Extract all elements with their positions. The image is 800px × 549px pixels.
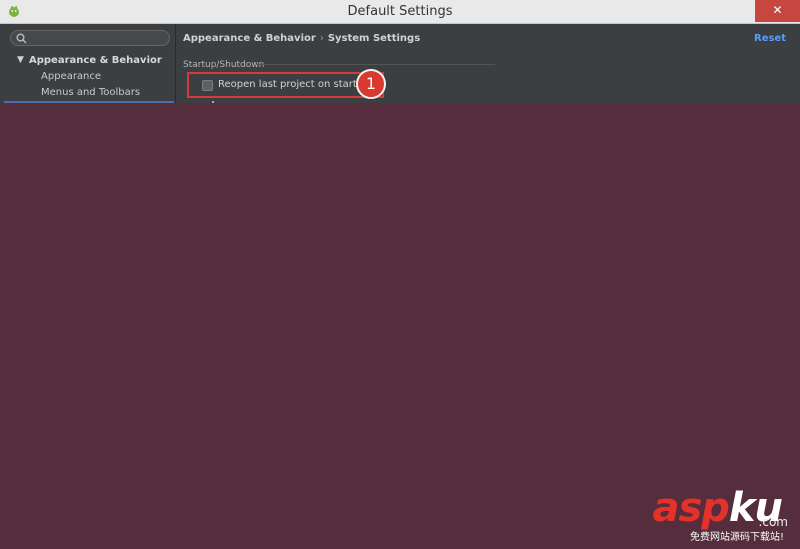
tree-selection-indicator bbox=[4, 101, 174, 103]
breadcrumb: Appearance & Behavior › System Settings bbox=[183, 33, 420, 44]
breadcrumb-parent: Appearance & Behavior bbox=[183, 33, 316, 44]
watermark-subtitle: 免费网站源码下载站! bbox=[689, 532, 784, 543]
watermark: aspku .com 免费网站源码下载站! bbox=[610, 485, 790, 543]
reset-link[interactable]: Reset bbox=[754, 33, 786, 44]
annotation-step-badge: 1 bbox=[356, 69, 386, 99]
expand-arrow-icon[interactable]: ▼ bbox=[17, 55, 24, 65]
tree-group-appearance-behavior[interactable]: Appearance & Behavior bbox=[29, 55, 162, 66]
reopen-last-project-label[interactable]: Reopen last project on startup bbox=[218, 79, 370, 90]
search-field[interactable] bbox=[10, 30, 170, 46]
watermark-suffix: .com bbox=[758, 515, 788, 529]
section-title-startup-shutdown: Startup/Shutdown bbox=[183, 60, 265, 70]
breadcrumb-current: System Settings bbox=[327, 33, 421, 44]
tree-item-appearance[interactable]: Appearance bbox=[41, 71, 101, 82]
section-divider bbox=[257, 64, 495, 65]
breadcrumb-separator: › bbox=[319, 33, 324, 44]
settings-dialog: ▼ Appearance & Behavior Appearance Menus… bbox=[0, 24, 800, 103]
watermark-logo-red: asp bbox=[652, 485, 729, 531]
next-option-fragment bbox=[212, 101, 214, 103]
reopen-last-project-checkbox[interactable] bbox=[202, 80, 213, 91]
window-titlebar: Default Settings ✕ bbox=[0, 0, 800, 24]
close-button[interactable]: ✕ bbox=[755, 0, 800, 22]
search-icon bbox=[16, 33, 27, 44]
tree-item-menus-and-toolbars[interactable]: Menus and Toolbars bbox=[41, 87, 140, 98]
close-icon: ✕ bbox=[772, 3, 783, 17]
search-input[interactable] bbox=[29, 31, 167, 45]
settings-content: Appearance & Behavior › System Settings Re… bbox=[177, 24, 800, 103]
settings-sidebar: ▼ Appearance & Behavior Appearance Menus… bbox=[0, 24, 176, 103]
window-title: Default Settings bbox=[347, 4, 453, 19]
